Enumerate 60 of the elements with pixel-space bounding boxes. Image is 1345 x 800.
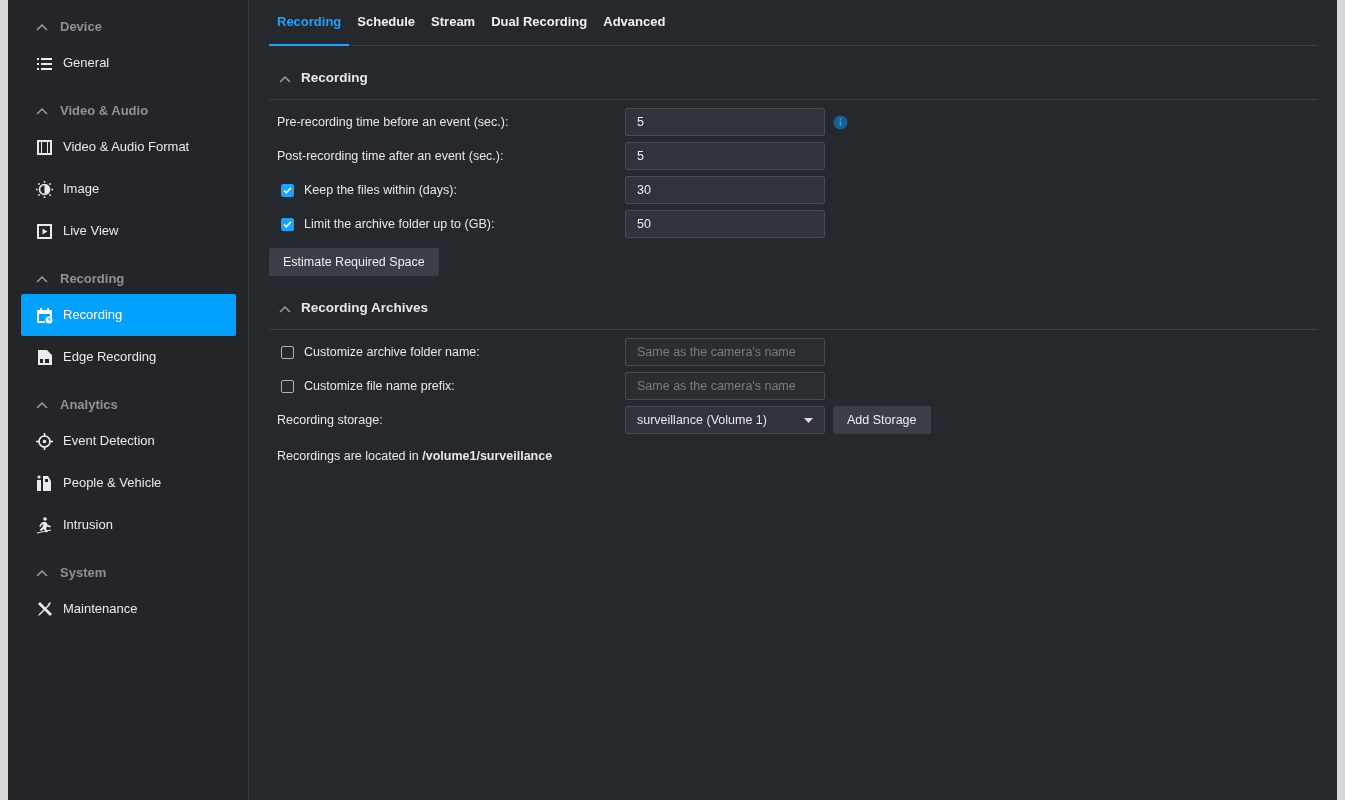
checkbox[interactable] (281, 217, 294, 231)
collapse-icon[interactable] (279, 74, 291, 83)
sidebar-item[interactable]: Event Detection (21, 420, 236, 462)
add-storage-button[interactable]: Add Storage (833, 406, 931, 434)
caret-icon (804, 417, 813, 423)
collapse-icon[interactable] (36, 107, 48, 115)
film-icon (36, 138, 53, 156)
field-label: Post-recording time after an event (sec.): (277, 147, 504, 165)
field-label: Keep the files within (days): (304, 181, 457, 199)
sidebar-group-title: Recording (60, 270, 125, 289)
storage-dropdown[interactable]: surveillance (Volume 1) (625, 406, 825, 434)
checkbox[interactable] (281, 345, 294, 359)
sidebar-item[interactable]: Video & Audio Format (21, 126, 236, 168)
field-label: Customize archive folder name: (304, 343, 480, 361)
collapse-icon[interactable] (279, 304, 291, 313)
tab[interactable]: Recording (269, 0, 350, 46)
field-label: Recording storage: (277, 411, 383, 429)
crosshair-icon (36, 432, 53, 450)
input-field[interactable]: 5 (625, 108, 825, 136)
tools-icon (36, 600, 53, 618)
collapse-icon[interactable] (36, 401, 48, 409)
tab[interactable]: Stream (423, 0, 484, 46)
tab[interactable]: Dual Recording (483, 0, 596, 46)
calendar-clock-icon (36, 306, 53, 324)
sidebar-item[interactable]: Intrusion (21, 504, 236, 546)
checkbox[interactable] (281, 183, 294, 197)
info-icon[interactable] (833, 114, 848, 130)
section-title: Recording (301, 69, 368, 88)
input-field[interactable]: 50 (625, 210, 825, 238)
tab[interactable]: Schedule (349, 0, 424, 46)
sidebar-item[interactable]: Maintenance (21, 588, 236, 630)
field-label: Limit the archive folder up to (GB): (304, 215, 495, 233)
running-person-icon (36, 516, 53, 534)
sd-card-icon (36, 348, 53, 366)
brightness-icon (36, 180, 53, 198)
input-field[interactable]: Same as the camera's name (625, 338, 825, 366)
play-icon (36, 222, 53, 240)
sidebar-item[interactable]: Live View (21, 210, 236, 252)
sidebar-group-title: Device (60, 18, 102, 37)
sidebar-item[interactable]: General (21, 42, 236, 84)
section-title: Recording Archives (301, 299, 429, 318)
location-text: Recordings are located in /volume1/surveillance (276, 447, 553, 465)
collapse-icon[interactable] (36, 569, 48, 577)
person-car-icon (36, 474, 53, 492)
sidebar-item[interactable]: Image (21, 168, 236, 210)
field-label: Pre-recording time before an event (sec.): (277, 113, 509, 131)
input-field[interactable]: Same as the camera's name (625, 372, 825, 400)
input-field[interactable]: 30 (625, 176, 825, 204)
sidebar-group-title: Video & Audio (60, 102, 149, 121)
tab[interactable]: Advanced (595, 0, 674, 46)
sidebar-group-title: Analytics (60, 396, 118, 415)
sidebar-group-title: System (60, 564, 107, 583)
field-label: Customize file name prefix: (304, 377, 455, 395)
input-field[interactable]: 5 (625, 142, 825, 170)
checkbox[interactable] (281, 379, 294, 393)
estimate-button[interactable]: Estimate Required Space (269, 248, 439, 276)
collapse-icon[interactable] (36, 275, 48, 283)
collapse-icon[interactable] (36, 23, 48, 31)
sidebar-item[interactable]: People & Vehicle (21, 462, 236, 504)
sidebar-item[interactable]: Edge Recording (21, 336, 236, 378)
